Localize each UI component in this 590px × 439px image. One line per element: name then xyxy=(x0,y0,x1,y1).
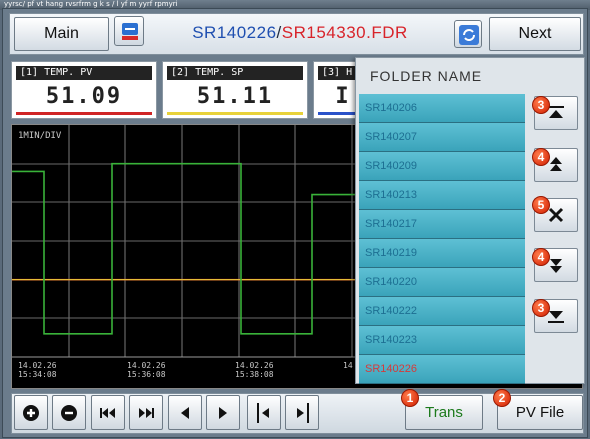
time-label: 14.02.26 15:38:08 xyxy=(235,361,274,379)
file-title: SR140226/SR154330.FDR xyxy=(148,20,452,46)
time-division-label: 1MIN/DIV xyxy=(18,131,62,141)
folder-item[interactable]: SR140219 xyxy=(359,239,525,268)
sd-card-icon[interactable] xyxy=(114,16,144,46)
tile-value: 51.11 xyxy=(196,84,274,109)
next-button[interactable]: Next xyxy=(489,17,581,51)
panel-title: FOLDER NAME xyxy=(370,68,483,84)
badge-5: 5 xyxy=(532,196,550,214)
file-name-text: SR154330.FDR xyxy=(281,23,408,42)
folder-item[interactable]: SR140217 xyxy=(359,210,525,239)
time-label: 14 xyxy=(343,361,353,370)
folder-item[interactable]: SR140220 xyxy=(359,268,525,297)
green-series-line xyxy=(12,162,357,335)
badge-3: 3 xyxy=(532,299,550,317)
badge-4: 4 xyxy=(532,248,550,266)
folder-item[interactable]: SR140206 xyxy=(359,94,525,123)
tile-label: [1] TEMP. PV xyxy=(16,66,152,80)
time-label: 14.02.26 15:36:08 xyxy=(127,361,166,379)
folder-item[interactable]: SR140213 xyxy=(359,181,525,210)
folder-item[interactable]: SR140222 xyxy=(359,297,525,326)
badge-3: 3 xyxy=(532,96,550,114)
folder-list: SR140206 SR140207 SR140209 SR140213 SR14… xyxy=(359,94,525,384)
zoom-in-button[interactable] xyxy=(14,395,48,430)
pv-tile: [1] TEMP. PV 51.09 xyxy=(11,61,157,119)
badge-2: 2 xyxy=(493,389,511,407)
first-button[interactable] xyxy=(91,395,125,430)
folder-item-selected[interactable]: SR140226 xyxy=(359,355,525,384)
tile-label: [2] TEMP. SP xyxy=(167,66,303,80)
folder-item[interactable]: SR140223 xyxy=(359,326,525,355)
tile-color-bar xyxy=(167,112,303,115)
folder-name-text: SR140226 xyxy=(192,23,277,42)
last-button[interactable] xyxy=(129,395,163,430)
badge-4: 4 xyxy=(532,148,550,166)
refresh-icon[interactable] xyxy=(454,20,482,48)
folder-item[interactable]: SR140209 xyxy=(359,152,525,181)
cursor-left-button[interactable] xyxy=(247,395,281,430)
zoom-out-button[interactable] xyxy=(52,395,86,430)
next-step-button[interactable] xyxy=(206,395,240,430)
tile-value: 51.09 xyxy=(45,84,123,109)
sp-tile: [2] TEMP. SP 51.11 xyxy=(162,61,308,119)
badge-1: 1 xyxy=(401,389,419,407)
folder-item[interactable]: SR140207 xyxy=(359,123,525,152)
tile-color-bar xyxy=(16,112,152,115)
folder-panel: FOLDER NAME SR140206 SR140207 SR140209 S… xyxy=(355,57,585,384)
prev-button[interactable] xyxy=(168,395,202,430)
main-button[interactable]: Main xyxy=(14,17,109,51)
time-label: 14.02.26 15:34:08 xyxy=(18,361,57,379)
cursor-right-button[interactable] xyxy=(285,395,319,430)
